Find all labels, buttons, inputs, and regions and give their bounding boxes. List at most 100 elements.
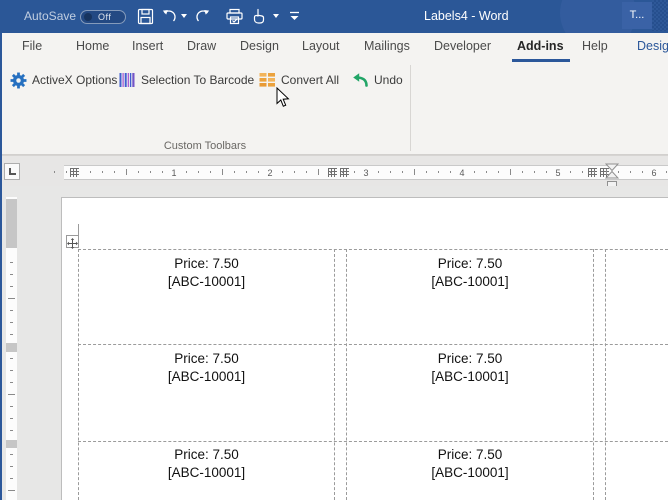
- tab-file[interactable]: File: [22, 33, 42, 59]
- ruler-tick: [138, 171, 139, 173]
- table-column-border: [334, 249, 335, 500]
- label-sku-line: [ABC-10001]: [167, 465, 246, 480]
- window-title: Labels4 - Word: [424, 9, 509, 23]
- ruler-tick: [666, 171, 667, 173]
- ribbon-group-label: Custom Toolbars: [163, 140, 247, 152]
- ribbon-group-separator: [410, 65, 411, 151]
- ruler-tick: [10, 382, 13, 383]
- label-cell[interactable]: Price: 7.50 [ABC-10001]: [79, 350, 334, 386]
- ruler-tick: [10, 310, 13, 311]
- tab-stop-selector[interactable]: [4, 163, 20, 180]
- tab-insert[interactable]: Insert: [132, 33, 163, 59]
- ruler-tick: [342, 171, 343, 173]
- mouse-cursor-icon: [276, 87, 290, 107]
- ruler-tick: [8, 490, 15, 491]
- ruler-tick: [534, 171, 535, 173]
- label-price-line: Price: 7.50: [437, 351, 503, 366]
- selection-to-barcode-button[interactable]: Selection To Barcode: [119, 70, 254, 90]
- tab-draw[interactable]: Draw: [187, 33, 216, 59]
- ruler-tick: [546, 171, 547, 173]
- ruler-tick: [498, 171, 499, 173]
- ruler-number: 3: [363, 168, 369, 178]
- label-cell[interactable]: Price: 7.50 [ABC-10001]: [347, 255, 593, 291]
- ruler-tick: [426, 171, 427, 173]
- touch-mode-dropdown-icon[interactable]: [273, 14, 279, 18]
- tab-home[interactable]: Home: [76, 33, 109, 59]
- ruler-number: 1: [171, 168, 177, 178]
- tab-layout[interactable]: Layout: [302, 33, 340, 59]
- table-row-border: [78, 249, 668, 250]
- ruler-tick: [150, 171, 151, 173]
- save-icon[interactable]: [137, 8, 154, 25]
- ruler-number: 4: [459, 168, 465, 178]
- tab-add-ins[interactable]: Add-ins: [517, 33, 564, 59]
- undo-icon[interactable]: [160, 8, 177, 25]
- redo-icon[interactable]: [195, 8, 212, 25]
- label-cell[interactable]: Price: 7.50 [ABC-10001]: [79, 255, 334, 291]
- table-column-marker[interactable]: [588, 168, 597, 177]
- ruler-number: 2: [267, 168, 273, 178]
- print-preview-icon[interactable]: [225, 8, 244, 25]
- ruler-tick: [246, 171, 247, 173]
- undo-arrow-icon: [353, 73, 368, 87]
- table-column-border: [593, 249, 594, 500]
- tab-mailings[interactable]: Mailings: [364, 33, 410, 59]
- undo-custom-label: Undo: [374, 73, 403, 87]
- label-cell[interactable]: Price: 7.50 [ABC-10001]: [347, 350, 593, 386]
- title-bar: AutoSave Off Labels4 - Word T...: [0, 0, 668, 33]
- ribbon: File Home Insert Draw Design Layout Mail…: [0, 33, 668, 155]
- label-sku-line: [ABC-10001]: [431, 369, 509, 384]
- ruler-tick: [450, 171, 451, 173]
- ruler-tick: [10, 466, 13, 467]
- activex-options-button[interactable]: ActiveX Options: [10, 70, 117, 90]
- ruler-band: 1 2 3 4 5 6: [0, 155, 668, 188]
- ruler-tick: [438, 171, 439, 173]
- vruler-margin-block: [6, 199, 17, 248]
- undo-dropdown-icon[interactable]: [181, 14, 187, 18]
- ruler-tick: [582, 171, 583, 173]
- ruler-tick: [54, 171, 55, 173]
- ruler-tick: [402, 171, 403, 173]
- tab-developer[interactable]: Developer: [434, 33, 491, 59]
- ruler-tick: [162, 171, 163, 173]
- ruler-tick: [114, 171, 115, 173]
- autosave-toggle[interactable]: Off: [80, 10, 126, 24]
- ruler-tick: [306, 171, 307, 173]
- activex-options-label: ActiveX Options: [32, 73, 118, 87]
- vruler-row-marker[interactable]: [6, 343, 17, 352]
- ruler-tick: [594, 171, 595, 173]
- vertical-ruler[interactable]: [6, 197, 17, 500]
- ruler-tick: [10, 478, 13, 479]
- label-sku-line: [ABC-10001]: [167, 274, 246, 289]
- ruler-number: 6: [651, 168, 657, 178]
- ruler-tick: [378, 171, 379, 173]
- ruler-tick: [474, 171, 475, 173]
- indent-markers-icon[interactable]: [605, 163, 619, 179]
- ruler-tick: [10, 370, 13, 371]
- ruler-tick: [618, 171, 619, 173]
- undo-custom-button[interactable]: Undo: [351, 70, 403, 90]
- vruler-row-marker[interactable]: [6, 440, 17, 448]
- table-column-marker[interactable]: [70, 168, 79, 177]
- user-account-button[interactable]: T...: [622, 2, 652, 29]
- ruler-tick: [570, 171, 571, 173]
- ruler-tick: [390, 171, 391, 173]
- ruler-tick: [510, 169, 511, 175]
- tab-help[interactable]: Help: [582, 33, 608, 59]
- label-price-line: Price: 7.50: [174, 256, 239, 271]
- tab-table-design[interactable]: Design: [637, 33, 668, 59]
- ruler-number: 5: [555, 168, 561, 178]
- label-cell[interactable]: Price: 7.50 [ABC-10001]: [347, 446, 593, 482]
- label-cell[interactable]: Price: 7.50 [ABC-10001]: [79, 446, 334, 482]
- selection-to-barcode-label: Selection To Barcode: [141, 73, 255, 87]
- table-move-handle[interactable]: [66, 235, 79, 249]
- convert-all-button[interactable]: Convert All: [259, 70, 339, 90]
- label-price-line: Price: 7.50: [437, 256, 503, 271]
- label-sku-line: [ABC-10001]: [167, 369, 246, 384]
- ruler-tick: [330, 171, 331, 173]
- label-price-line: Price: 7.50: [174, 351, 239, 366]
- customize-qat-icon[interactable]: [289, 11, 300, 22]
- touch-mode-icon[interactable]: [251, 8, 268, 25]
- ruler-tick: [282, 171, 283, 173]
- tab-design[interactable]: Design: [240, 33, 279, 59]
